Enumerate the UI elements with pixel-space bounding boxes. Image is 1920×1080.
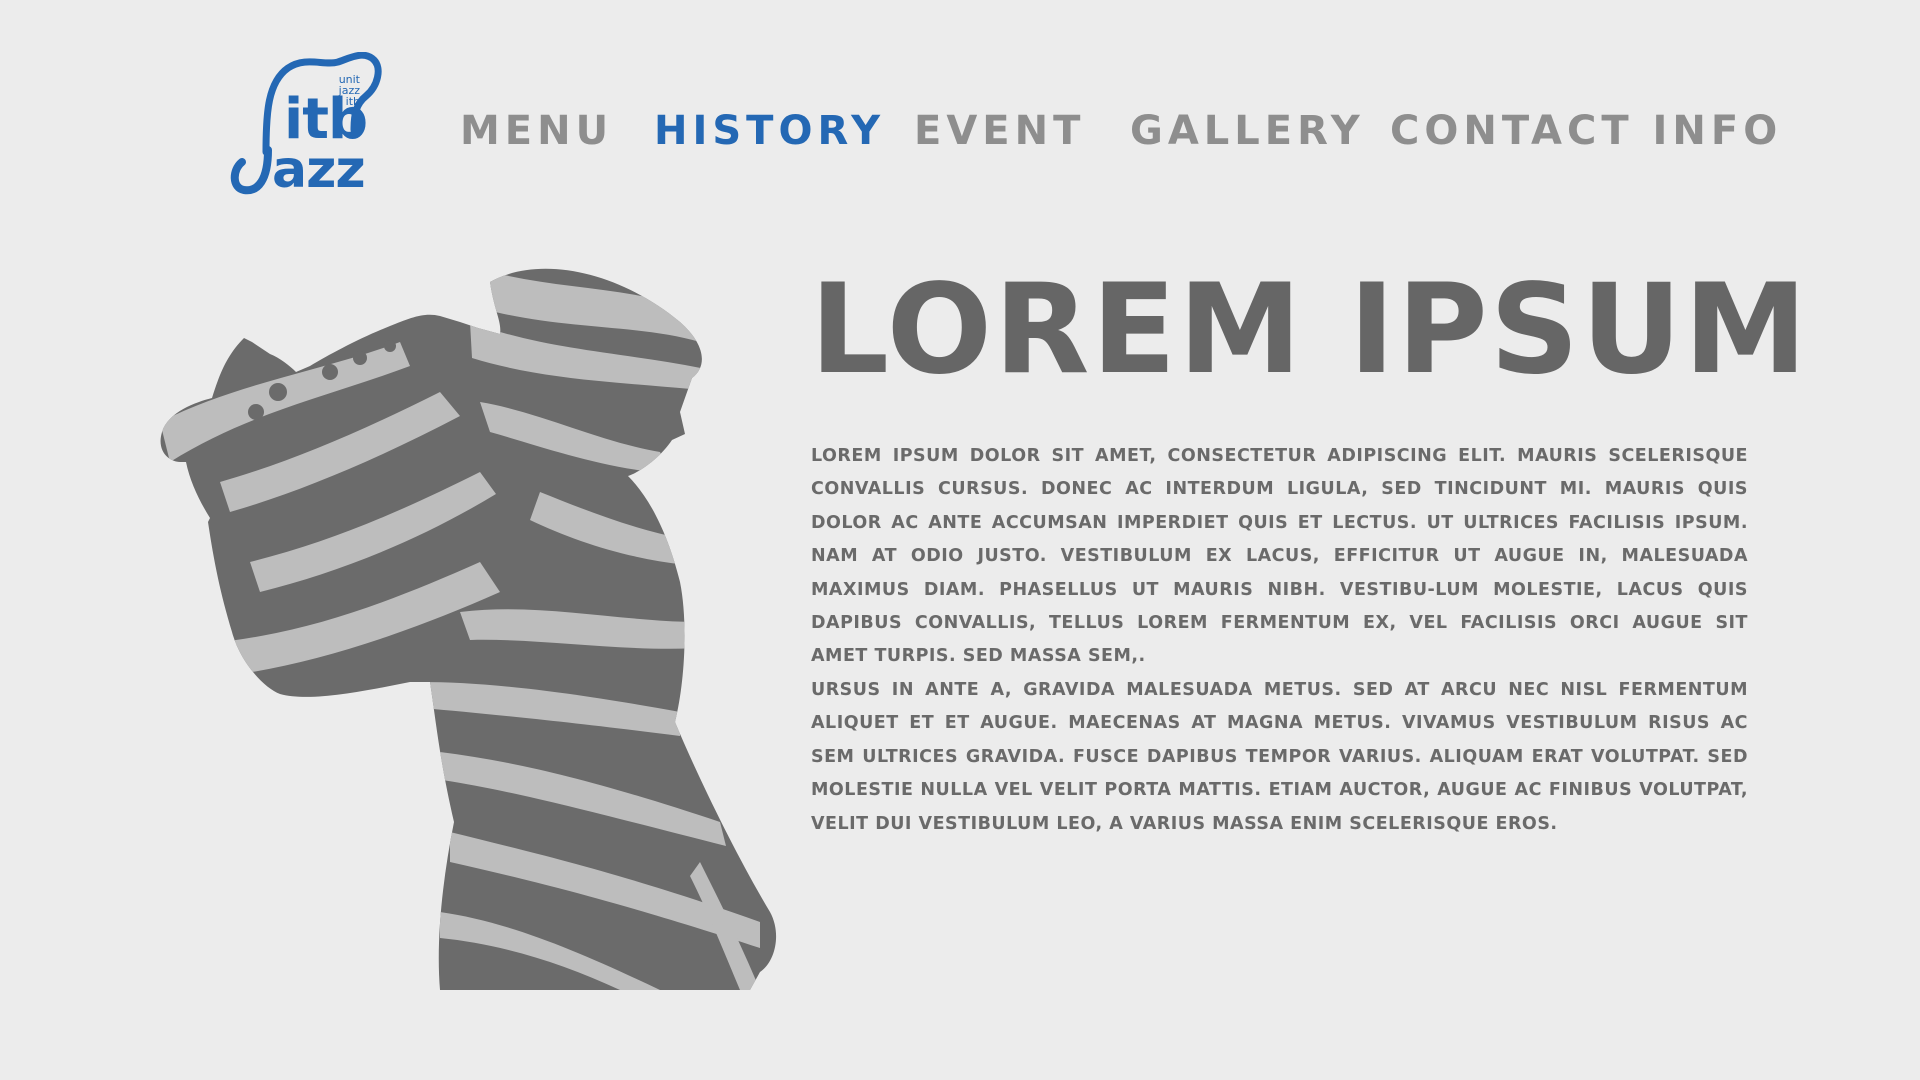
history-paragraph-2: Ursus in ante a, gravida malesuada metus… — [811, 680, 1748, 834]
logo-small-line: itb — [345, 95, 360, 108]
nav-item-history[interactable]: HISTORY — [654, 108, 885, 154]
logo-small-text: unit jazz itb — [320, 74, 360, 107]
nav-item-contact-info[interactable]: CONTACT INFO — [1390, 108, 1782, 154]
history-paragraph-1: Lorem ipsum dolor sit amet, consectetur … — [811, 446, 1748, 667]
nav-item-gallery[interactable]: GALLERY — [1130, 108, 1365, 154]
saxophone-player-silhouette-icon — [160, 268, 777, 990]
nav-item-event[interactable]: EVENT — [914, 108, 1085, 154]
saxophone-player-illustration — [160, 262, 790, 990]
page-title: LOREM IPSUM — [810, 258, 1810, 402]
nav-item-menu[interactable]: MENU — [460, 108, 613, 154]
history-page: itb azz unit jazz itb MENU HISTORY EVENT… — [0, 0, 1920, 1080]
itb-jazz-logo[interactable]: itb azz unit jazz itb — [228, 52, 388, 200]
logo-word-azz: azz — [272, 140, 366, 200]
